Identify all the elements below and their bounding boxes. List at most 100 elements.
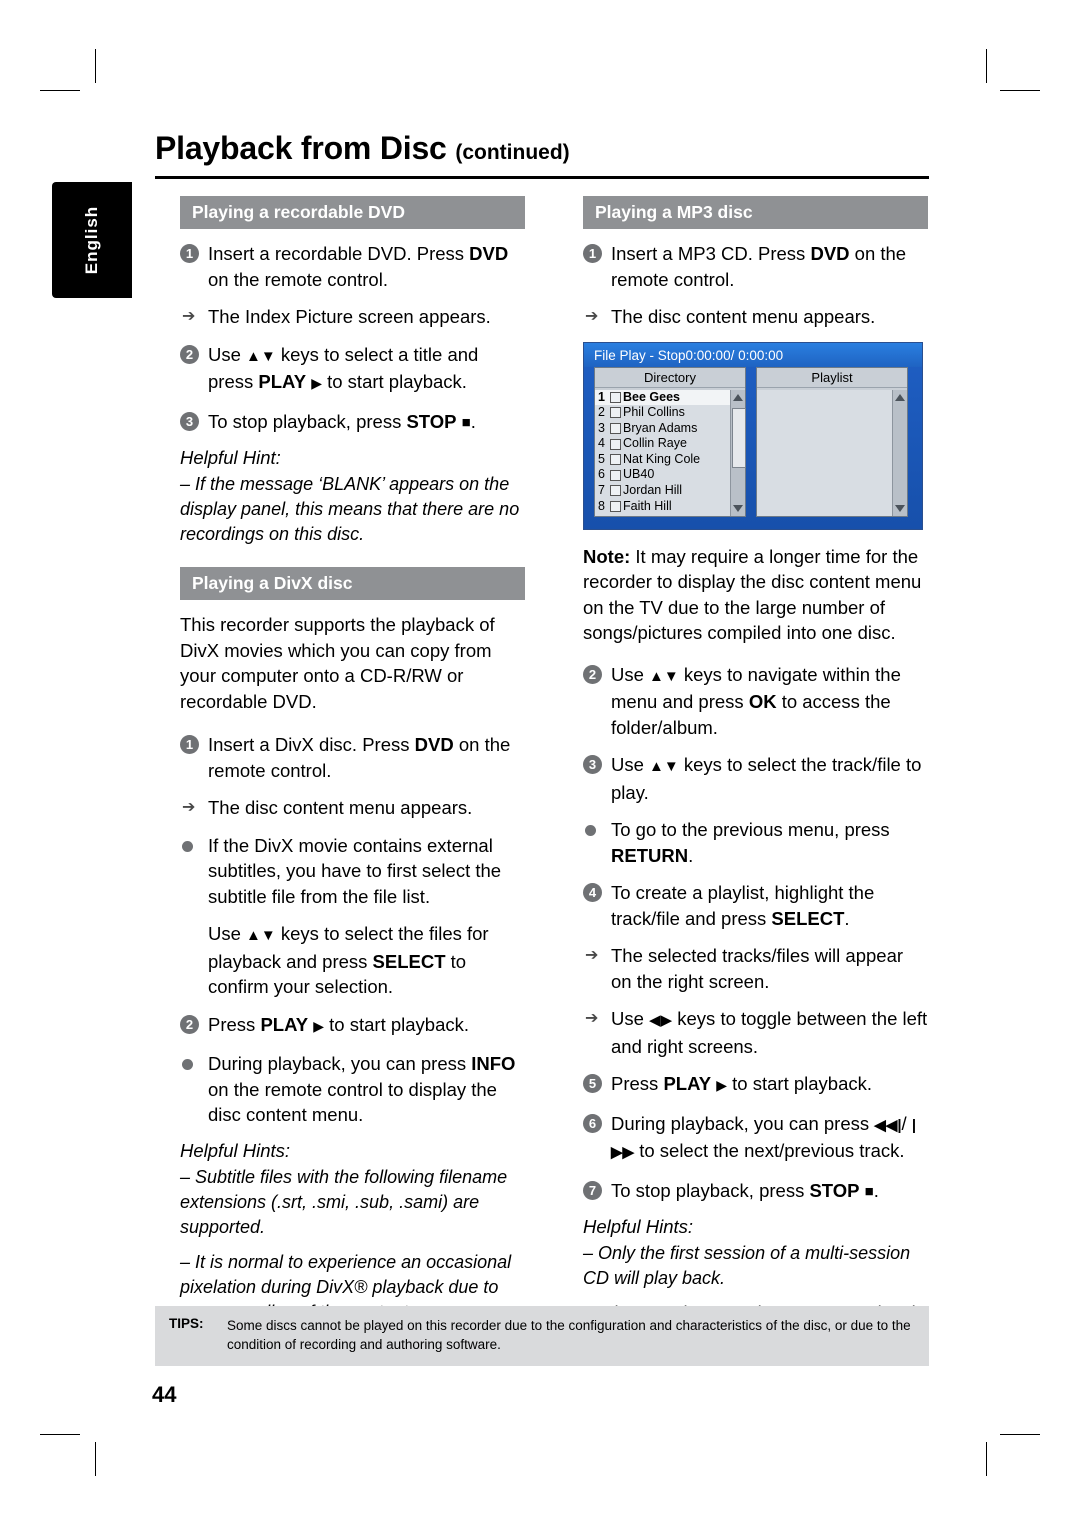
crop-mark-top-left [95,49,96,83]
osd-row-index: 5 [598,451,605,466]
note-icon [610,407,621,419]
note-icon [610,438,621,450]
list-item: ➔ The disc content menu appears. [583,304,928,330]
arrow-icon: ➔ [585,1010,599,1027]
note-paragraph: Note: It may require a longer time for t… [583,544,928,646]
step-text: Press PLAY ▶ to start playback. [611,1073,872,1094]
osd-directory-pane: Directory 1 Bee Gees 2 Phil Collins 3 Bryan… [594,366,746,517]
osd-row-label: Nat King Cole [623,451,701,466]
step-number: 3 [583,755,602,774]
helpful-hint-body: – If the message ‘BLANK’ appears on the … [180,474,520,544]
crop-mark-bottom-right-h [1000,1434,1040,1435]
step-text: Use ▲▼ keys to navigate within the menu … [611,663,901,738]
left-column: Playing a recordable DVD 1 Insert a reco… [180,196,525,1335]
note-icon [610,422,621,434]
step-text: The Index Picture screen appears. [208,306,491,327]
note-icon [610,485,621,497]
list-item[interactable]: 2 Phil Collins [595,405,730,421]
step-text: Insert a recordable DVD. Press DVD on th… [208,243,509,290]
crop-mark-top-right-h [1000,90,1040,91]
right-column: Playing a MP3 disc 1 Insert a MP3 CD. Pr… [583,196,928,1361]
osd-scrollbar[interactable] [730,389,746,516]
list-item: 3 Use ▲▼ keys to select the track/file t… [583,752,928,805]
list-item: If the DivX movie contains external subt… [180,833,525,910]
list-item[interactable]: 7 Jordan Hill [595,483,730,499]
osd-directory-list: 1 Bee Gees 2 Phil Collins 3 Bryan Adams 4 Co… [595,389,730,516]
list-item: 1 Insert a DivX disc. Press DVD on the r… [180,732,525,783]
section-heading-mp3: Playing a MP3 disc [583,196,928,229]
osd-row-index: 2 [598,405,605,420]
helpful-hints-title: Helpful Hints: [180,1139,291,1161]
step-number: 4 [583,883,602,902]
list-item: 5 Press PLAY ▶ to start playback. [583,1071,928,1099]
bullet-icon [182,840,193,852]
osd-row-index: 1 [598,389,605,404]
list-item: ➔ The selected tracks/files will appear … [583,943,928,994]
list-item[interactable]: 5 Nat King Cole [595,452,730,468]
list-item: 6 During playback, you can press ◀◀|/ |▶… [583,1111,928,1166]
arrow-icon: ➔ [585,308,599,325]
step-text: To go to the previous menu, press RETURN… [611,819,890,866]
list-item[interactable]: 6 UB40 [595,467,730,483]
step-number: 6 [583,1113,602,1133]
scroll-down-icon[interactable] [733,504,743,512]
scroll-down-icon[interactable] [895,504,905,512]
osd-title-bar: File Play - Stop0:00:00/ 0:00:00 [584,342,922,367]
list-item[interactable]: 4 Collin Raye [595,436,730,452]
step-number: 2 [180,344,199,364]
osd-body: Directory 1 Bee Gees 2 Phil Collins 3 Bryan… [584,366,922,529]
osd-row-index: 6 [598,467,605,482]
title-divider [155,176,929,179]
step-text: During playback, you can press INFO on t… [208,1053,516,1125]
tips-text: Some discs cannot be played on this reco… [227,1318,911,1352]
osd-row-index: 7 [598,483,605,498]
osd-directory-header: Directory [595,367,745,388]
step-number: 2 [180,1014,199,1034]
step-number: 2 [583,664,602,684]
step-text: Insert a MP3 CD. Press DVD on the remote… [611,243,907,290]
list-item: 1 Insert a MP3 CD. Press DVD on the remo… [583,241,928,292]
osd-scrollbar[interactable] [892,389,907,516]
step-text: Insert a DivX disc. Press DVD on the rem… [208,734,511,781]
note-icon [610,469,621,481]
step-number: 1 [583,244,602,263]
step-text: The disc content menu appears. [611,306,876,327]
osd-row-index: 4 [598,436,605,451]
tips-box: TIPS: Some discs cannot be played on thi… [155,1306,929,1366]
osd-playlist-list [757,389,892,516]
step-text: To stop playback, press STOP ■. [208,410,476,432]
list-item[interactable]: 1 Bee Gees [595,389,730,406]
language-tab-label: English [82,205,101,275]
list-item[interactable]: 8 Faith Hill [595,499,730,515]
crop-mark-top-right [986,49,987,83]
osd-row-index: 8 [598,498,605,513]
page-title: Playback from Disc (continued) [155,130,570,167]
scrollbar-thumb[interactable] [732,407,746,468]
note-icon [610,500,621,512]
step-number: 1 [180,735,199,754]
language-tab: English [52,182,132,298]
helpful-hint-title: Helpful Hint: [180,447,281,468]
section-heading-recordable-dvd: Playing a recordable DVD [180,196,525,229]
list-item: 7 To stop playback, press STOP ■. [583,1178,928,1205]
osd-row-label: Bryan Adams [623,420,698,435]
helpful-hints-title: Helpful Hints: [583,1216,694,1237]
list-item[interactable]: 3 Bryan Adams [595,421,730,437]
scroll-up-icon[interactable] [733,393,743,401]
step-text: Use ▲▼ keys to select the files for play… [208,923,489,997]
osd-row-index: 3 [598,420,605,435]
osd-row-label: Faith Hill [623,498,672,513]
page-title-continued: (continued) [455,141,570,164]
helpful-hint-item: – Subtitle files with the following file… [180,1166,508,1237]
crop-mark-top-left-h [40,90,80,91]
tips-label: TIPS: [169,1316,204,1331]
list-item: 4 To create a playlist, highlight the tr… [583,880,928,931]
step-number: 1 [180,244,199,263]
osd-row-label: Bee Gees [623,389,680,404]
scroll-up-icon[interactable] [895,393,905,401]
step-text: Press PLAY ▶ to start playback. [208,1013,469,1035]
page-number: 44 [152,1382,177,1407]
list-item: 2 Press PLAY ▶ to start playback. [180,1012,525,1040]
step-number: 7 [583,1180,602,1200]
step-text: To create a playlist, highlight the trac… [611,882,875,929]
